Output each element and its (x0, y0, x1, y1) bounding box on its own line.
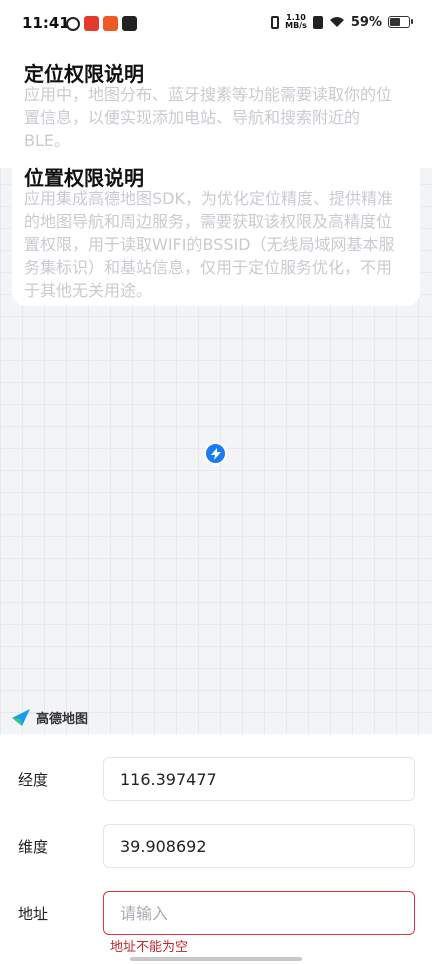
status-right: 1.10 MB/s 59% (271, 13, 413, 30)
message-app-icon (122, 16, 137, 31)
amap-logo: 高德地图 (10, 706, 88, 728)
status-time: 11:41 (22, 14, 70, 32)
longitude-label: 经度 (18, 771, 49, 789)
home-indicator[interactable] (130, 957, 302, 961)
address-error-message: 地址不能为空 (110, 940, 189, 955)
position-permission-text: 应用集成高德地图SDK，为优化定位精度、提供精准的地图导航和周边服务，需要获取该… (24, 189, 395, 300)
amap-logo-text: 高德地图 (36, 711, 89, 727)
address-row: 地址 (0, 891, 432, 937)
wifi-icon (329, 17, 344, 27)
notification-icons (66, 16, 137, 31)
lightning-glyph-icon (210, 447, 221, 460)
location-form: 经度 维度 地址 (0, 734, 432, 964)
no-sim-icon (312, 15, 323, 29)
battery-percent: 59% (350, 14, 382, 30)
location-marker-icon[interactable] (204, 442, 227, 465)
latitude-row: 维度 (0, 824, 432, 870)
longitude-row: 经度 (0, 757, 432, 803)
status-bar: 11:41 1.10 MB/s 59% (0, 0, 432, 52)
vibrate-icon (271, 15, 280, 29)
longitude-input[interactable] (103, 757, 415, 801)
latitude-label: 维度 (18, 838, 49, 856)
amap-logo-icon (12, 709, 30, 726)
location-permission-text: 应用中，地图分布、蓝牙搜素等功能需要读取你的位置信息，以便实现添加电站、导航和搜… (24, 85, 393, 150)
latitude-input[interactable] (103, 824, 415, 868)
address-input[interactable] (103, 891, 415, 935)
taobao-app-icon (103, 16, 118, 31)
shopping-app-icon (84, 16, 99, 31)
battery-icon (388, 16, 413, 28)
address-label: 地址 (18, 905, 49, 923)
network-speed: 1.10 MB/s (285, 13, 307, 30)
app-notification-icon (66, 16, 80, 31)
